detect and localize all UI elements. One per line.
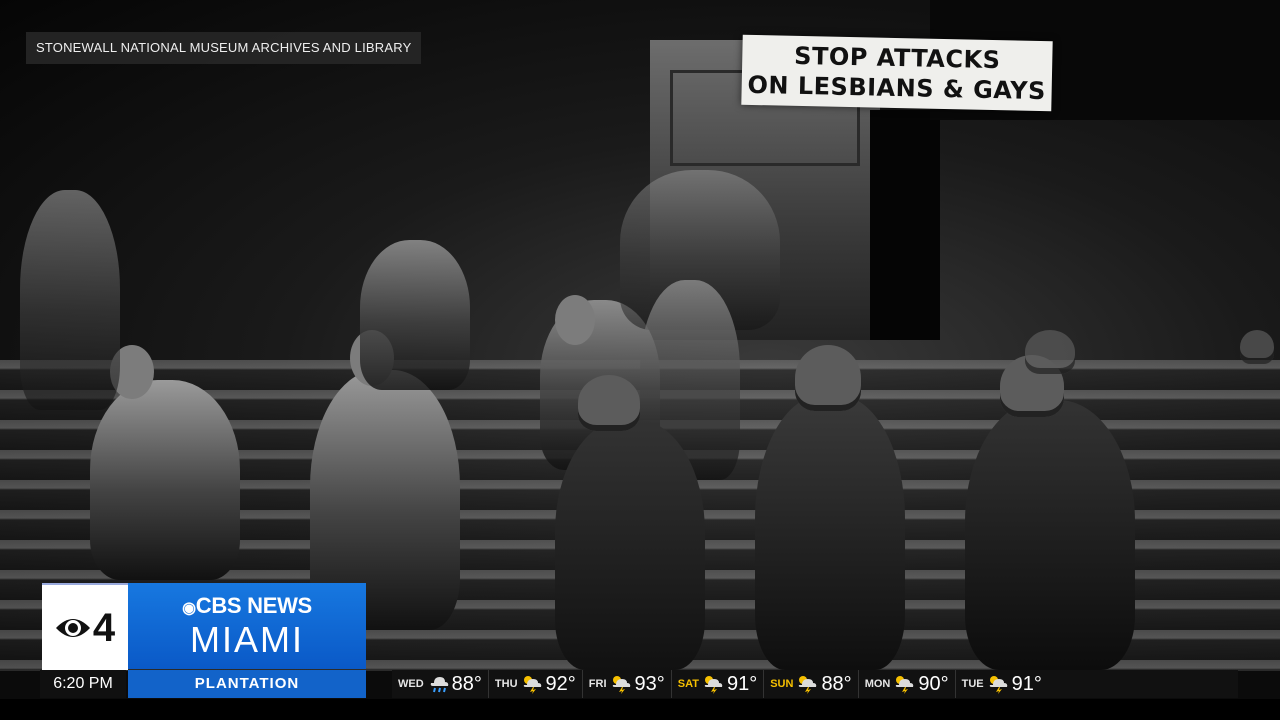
day-temperature: 93°: [634, 672, 665, 695]
day-label: SAT: [677, 678, 699, 690]
day-label: TUE: [961, 678, 984, 690]
station-logo: 4 ◉CBS NEWS MIAMI: [42, 583, 366, 671]
person-head: [555, 295, 595, 345]
thunderstorm-icon: [523, 676, 541, 694]
banner-line-2: ON LESBIANS & GAYS: [747, 70, 1047, 106]
day-temperature: 90°: [918, 672, 949, 695]
forecast-day: SUN 88°: [763, 670, 857, 698]
thunderstorm-icon: [799, 676, 817, 694]
day-label: SUN: [770, 678, 794, 690]
forecast-day: THU 92°: [487, 670, 582, 698]
person-silhouette: [360, 240, 470, 390]
forecast-day: SAT 91°: [670, 670, 763, 698]
day-temperature: 92°: [545, 672, 576, 695]
police-helmet: [1240, 330, 1274, 364]
day-label: MON: [864, 678, 891, 690]
doorway: [870, 110, 940, 340]
thunderstorm-icon: [704, 676, 723, 694]
cbs-news-miami-mark: ◉CBS NEWS MIAMI: [128, 583, 366, 669]
city-name: MIAMI: [190, 618, 304, 660]
day-temperature: 91°: [726, 672, 758, 695]
seven-day-forecast: WED 88° THU 92° FRI 93° SAT 91° SUN 88° …: [392, 670, 1238, 698]
day-label: WED: [398, 678, 424, 690]
police-officer: [965, 400, 1135, 670]
day-label: FRI: [588, 678, 607, 690]
forecast-day: TUE 91°: [954, 670, 1048, 698]
weather-location: PLANTATION: [128, 670, 366, 698]
cbs-eye-icon: [55, 619, 90, 637]
day-label: THU: [494, 678, 518, 690]
protest-banner: STOP ATTACKS ON LESBIANS & GAYS: [741, 34, 1053, 112]
cbs-eye-small-icon: ◉: [182, 599, 196, 617]
brand-name: ◉CBS NEWS: [182, 592, 312, 621]
person-silhouette: [90, 380, 240, 580]
banner-line-1: STOP ATTACKS: [793, 41, 1001, 75]
person-silhouette: [20, 190, 120, 410]
day-temperature: 91°: [1011, 672, 1042, 695]
day-temperature: 88°: [821, 672, 852, 695]
thunderstorm-icon: [896, 676, 914, 694]
police-helmet: [795, 345, 861, 411]
forecast-day: WED 88°: [392, 670, 488, 698]
police-helmet: [1025, 330, 1075, 374]
forecast-day: MON 90°: [857, 670, 955, 698]
police-officer: [755, 395, 905, 670]
current-time: 6:20 PM: [40, 670, 126, 698]
cbs4-mark: 4: [42, 583, 128, 671]
brand-text: CBS NEWS: [195, 592, 312, 618]
photo-credit: STONEWALL NATIONAL MUSEUM ARCHIVES AND L…: [26, 32, 422, 64]
thunderstorm-icon: [612, 676, 630, 694]
rain-icon: [430, 677, 448, 693]
thunderstorm-icon: [989, 676, 1007, 694]
day-temperature: 88°: [451, 672, 482, 695]
police-officer: [555, 420, 705, 670]
archive-photo: STOP ATTACKS ON LESBIANS & GAYS STONEWAL…: [0, 0, 1280, 670]
police-helmet: [578, 375, 640, 431]
forecast-day: FRI 93°: [581, 670, 671, 698]
channel-number: 4: [92, 606, 116, 650]
